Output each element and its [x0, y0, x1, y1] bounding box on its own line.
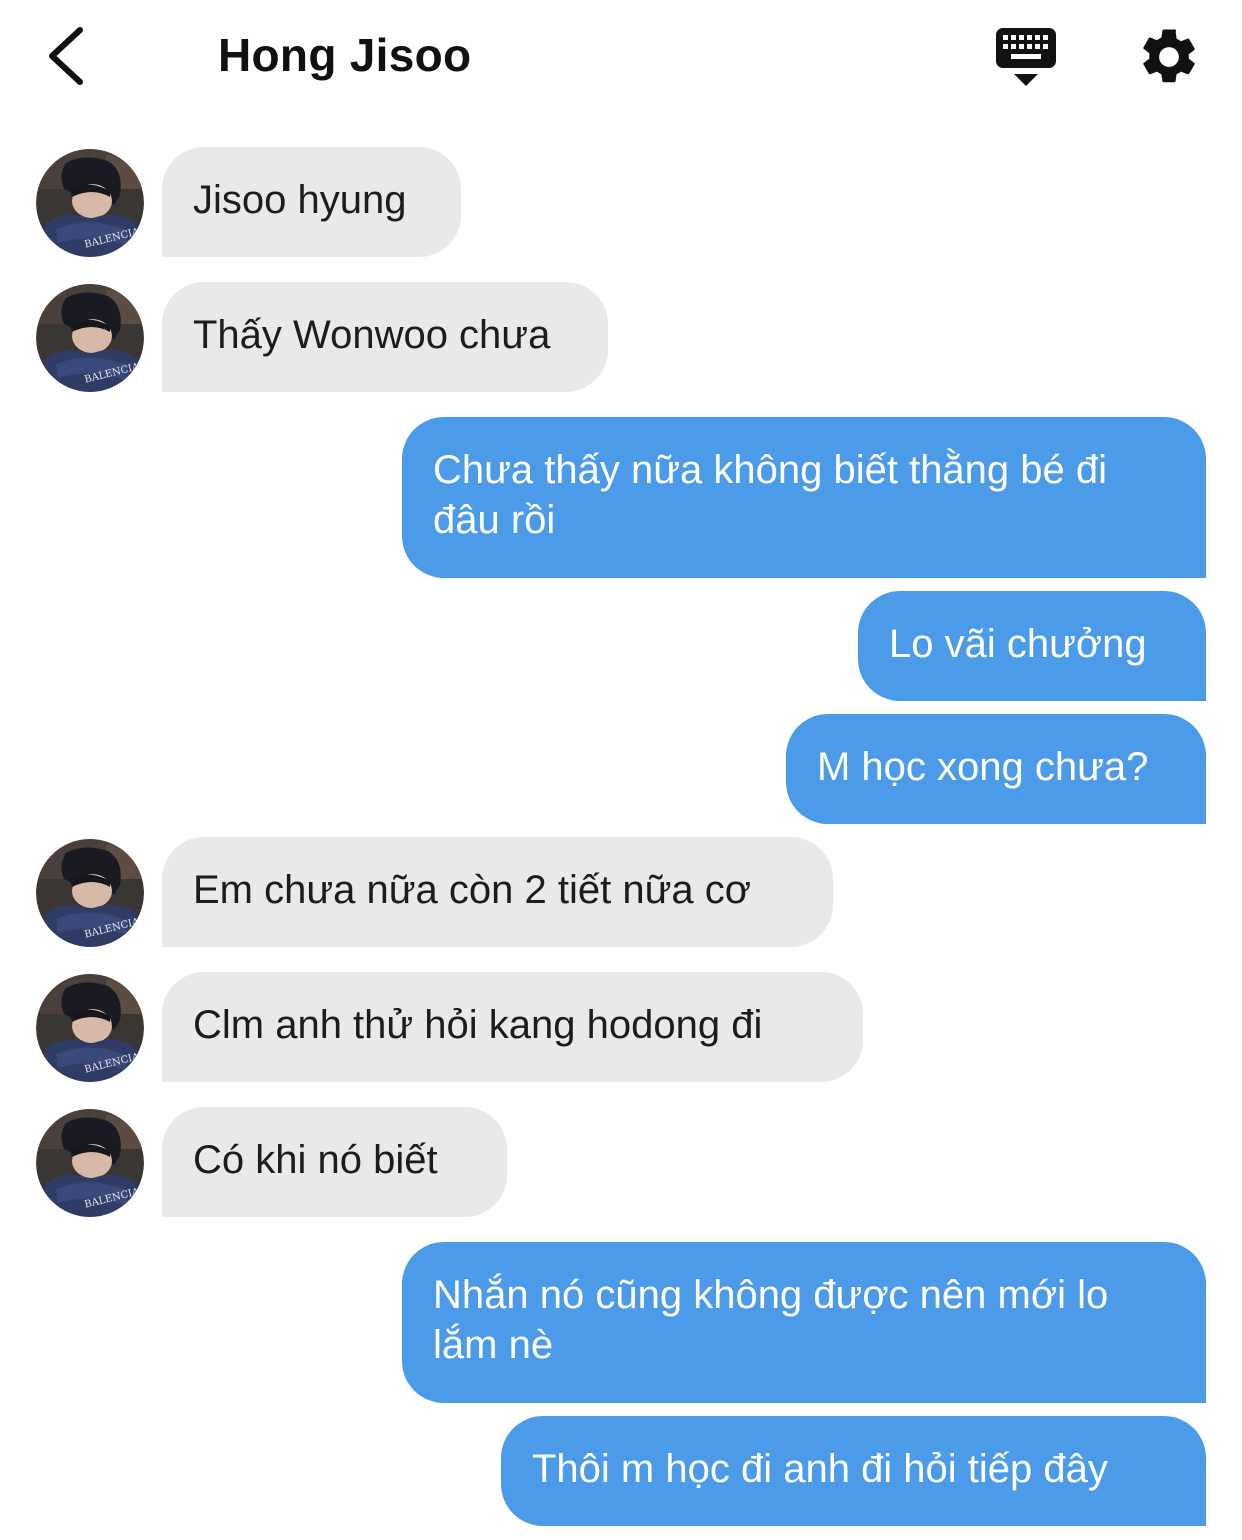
- chevron-left-icon: [49, 27, 83, 85]
- contact-avatar[interactable]: [36, 1109, 144, 1217]
- conversation-title: Hong Jisoo: [218, 29, 472, 81]
- outgoing-message-bubble[interactable]: M học xong chưa?: [786, 714, 1206, 824]
- avatar-photo: [36, 1109, 144, 1217]
- back-button[interactable]: [36, 18, 96, 94]
- avatar-photo: [36, 149, 144, 257]
- contact-avatar[interactable]: [36, 839, 144, 947]
- avatar-photo: [36, 839, 144, 947]
- incoming-message-bubble[interactable]: Clm anh thử hỏi kang hodong đi: [162, 972, 863, 1082]
- outgoing-message-bubble[interactable]: Chưa thấy nữa không biết thằng bé đi đâu…: [402, 417, 1206, 578]
- keyboard-hide-icon: [996, 28, 1056, 86]
- incoming-message-bubble[interactable]: Em chưa nữa còn 2 tiết nữa cơ: [162, 837, 833, 947]
- contact-avatar[interactable]: [36, 284, 144, 392]
- outgoing-message-bubble[interactable]: Thôi m học đi anh đi hỏi tiếp đây: [501, 1416, 1206, 1526]
- settings-button[interactable]: [1136, 24, 1202, 90]
- incoming-message-bubble[interactable]: Có khi nó biết: [162, 1107, 507, 1217]
- outgoing-message-bubble[interactable]: Nhắn nó cũng không được nên mới lo lắm n…: [402, 1242, 1206, 1403]
- avatar-photo: [36, 284, 144, 392]
- contact-avatar[interactable]: [36, 974, 144, 1082]
- keyboard-toggle-button[interactable]: [990, 24, 1062, 90]
- avatar-photo: [36, 974, 144, 1082]
- incoming-message-bubble[interactable]: Jisoo hyung: [162, 147, 461, 257]
- outgoing-message-bubble[interactable]: Lo vãi chưởng: [858, 591, 1206, 701]
- gear-icon: [1143, 29, 1195, 83]
- incoming-message-bubble[interactable]: Thấy Wonwoo chưa: [162, 282, 608, 392]
- contact-avatar[interactable]: [36, 149, 144, 257]
- chat-header: Hong Jisoo: [0, 0, 1242, 115]
